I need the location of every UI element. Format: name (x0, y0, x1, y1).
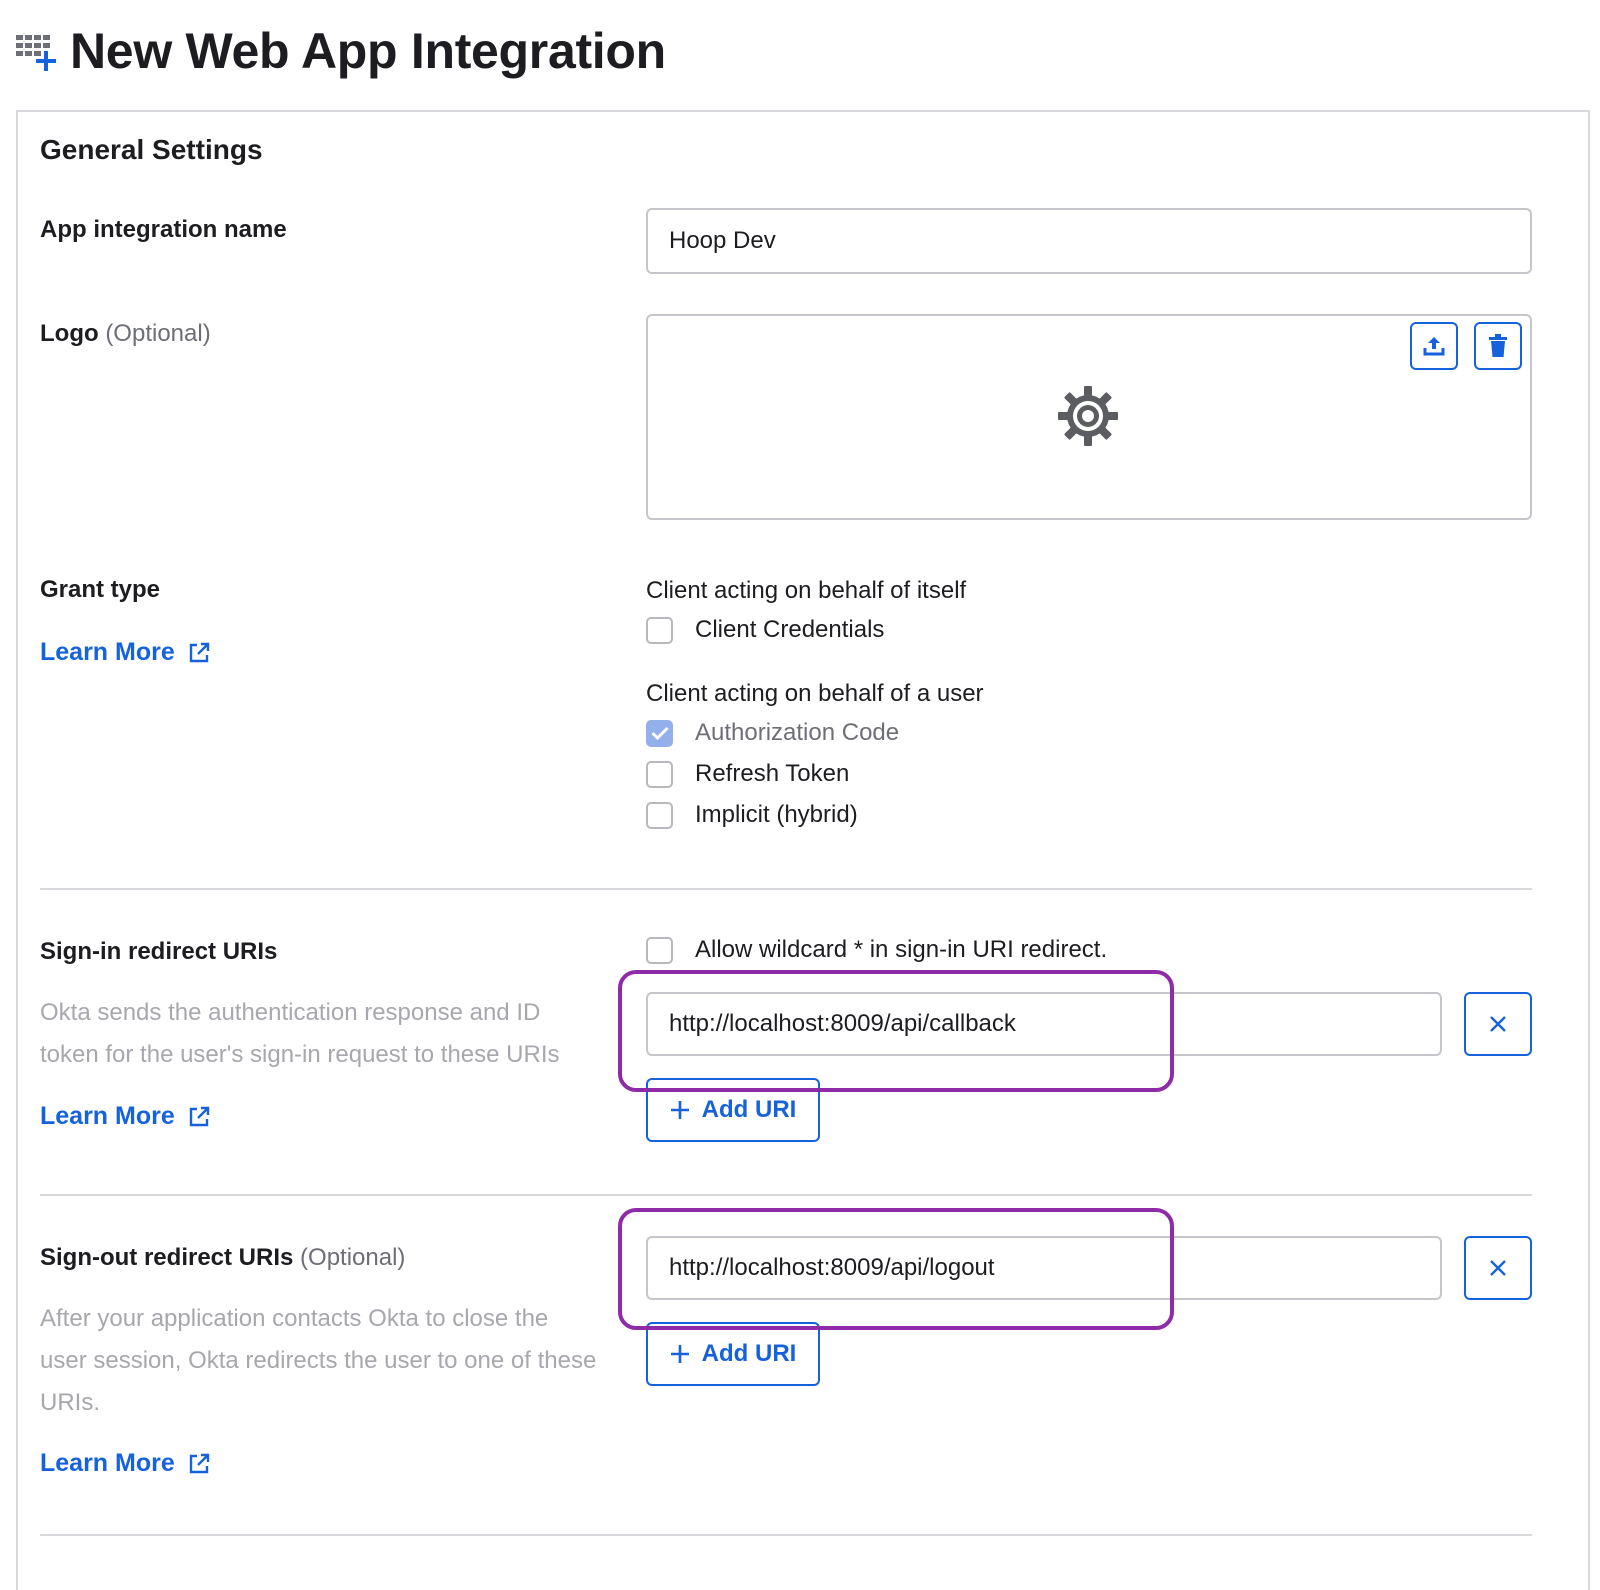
grant-option-implicit-hybrid[interactable]: Implicit (hybrid) (646, 801, 858, 829)
logo-label: Logo (Optional) (40, 320, 211, 348)
grant-option-authorization-code[interactable]: Authorization Code (646, 719, 899, 747)
external-link-icon (189, 642, 209, 662)
page-header: New Web App Integration (14, 22, 666, 80)
option-label: Implicit (hybrid) (695, 801, 858, 828)
grant-group-user-label: Client acting on behalf of a user (646, 680, 984, 707)
remove-sign-in-uri-button[interactable] (1464, 992, 1532, 1056)
sign-out-help-text: After your application contacts Okta to … (40, 1305, 597, 1416)
sign-out-learn-more-link[interactable]: Learn More (40, 1449, 211, 1478)
general-settings-card: General Settings App integration name Lo… (16, 110, 1590, 1590)
checkbox-checked[interactable] (646, 719, 673, 747)
sign-out-label-text: Sign-out redirect URIs (40, 1244, 294, 1271)
checkbox[interactable] (646, 760, 673, 788)
learn-more-text: Learn More (40, 1449, 175, 1477)
add-sign-in-uri-button[interactable]: Add URI (646, 1078, 820, 1142)
option-label: Client Credentials (695, 616, 885, 643)
external-link-icon (189, 1106, 209, 1126)
sign-in-help-text: Okta sends the authentication response a… (40, 999, 560, 1068)
grant-group-self-label: Client acting on behalf of itself (646, 577, 967, 604)
add-uri-label: Add URI (701, 1340, 797, 1367)
sign-out-optional-text: (Optional) (300, 1244, 406, 1271)
option-label: Authorization Code (695, 719, 900, 746)
section-divider (40, 888, 1532, 890)
learn-more-text: Learn More (40, 1102, 175, 1130)
close-icon (1490, 1260, 1506, 1276)
sign-in-learn-more-link[interactable]: Learn More (40, 1102, 211, 1131)
check-icon (650, 726, 669, 740)
allow-wildcard-option[interactable]: Allow wildcard * in sign-in URI redirect… (646, 936, 1107, 964)
logo-optional-text: (Optional) (105, 320, 211, 347)
add-uri-label: Add URI (701, 1096, 797, 1123)
plus-icon (670, 1101, 689, 1119)
page-title: New Web App Integration (70, 23, 666, 79)
trash-icon (1489, 334, 1507, 357)
grid-add-icon (16, 35, 56, 71)
remove-sign-out-uri-button[interactable] (1464, 1236, 1532, 1300)
delete-logo-button[interactable] (1474, 322, 1522, 370)
app-name-input[interactable] (646, 208, 1532, 274)
checkbox[interactable] (646, 801, 673, 829)
upload-icon (1423, 337, 1445, 356)
external-link-icon (189, 1453, 209, 1473)
section-divider (40, 1194, 1532, 1196)
sign-in-uri-input[interactable] (646, 992, 1442, 1056)
add-sign-out-uri-button[interactable]: Add URI (646, 1322, 820, 1386)
sign-in-label: Sign-in redirect URIs (40, 938, 278, 965)
sign-out-label: Sign-out redirect URIs (Optional) (40, 1244, 405, 1272)
logo-upload-area[interactable] (646, 314, 1532, 520)
checkbox[interactable] (646, 936, 673, 964)
page: New Web App Integration General Settings… (0, 0, 1600, 1590)
sign-out-uri-input[interactable] (646, 1236, 1442, 1300)
section-heading: General Settings (40, 134, 263, 165)
gear-icon (1058, 386, 1118, 446)
grant-option-client-credentials[interactable]: Client Credentials (646, 616, 884, 644)
grant-option-refresh-token[interactable]: Refresh Token (646, 760, 849, 788)
section-divider (40, 1534, 1532, 1536)
grant-type-learn-more-link[interactable]: Learn More (40, 638, 211, 667)
logo-label-text: Logo (40, 320, 99, 347)
app-name-label: App integration name (40, 216, 287, 243)
grant-type-label: Grant type (40, 576, 161, 603)
wildcard-label: Allow wildcard * in sign-in URI redirect… (695, 936, 1108, 963)
checkbox[interactable] (646, 616, 673, 644)
learn-more-text: Learn More (40, 638, 175, 666)
upload-logo-button[interactable] (1410, 322, 1458, 370)
plus-icon (670, 1345, 689, 1363)
option-label: Refresh Token (695, 760, 850, 787)
close-icon (1490, 1016, 1506, 1032)
